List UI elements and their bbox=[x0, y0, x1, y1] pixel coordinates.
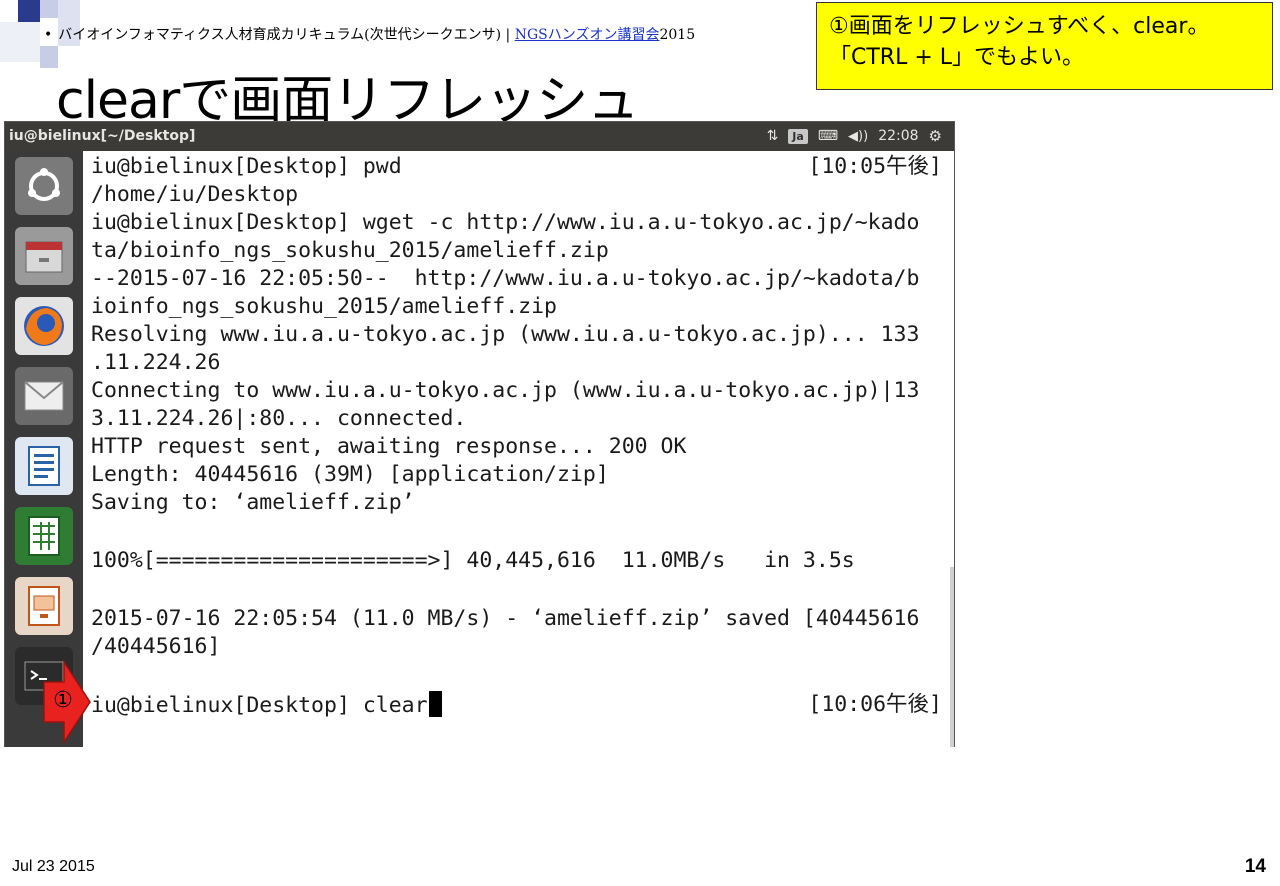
terminal-scrollbar[interactable] bbox=[950, 567, 954, 747]
mail-icon[interactable] bbox=[15, 367, 73, 425]
decor-square bbox=[18, 0, 40, 22]
terminal-line: ioinfo_ngs_sokushu_2015/amelieff.zip bbox=[91, 294, 557, 319]
terminal-line: HTTP request sent, awaiting response... … bbox=[91, 434, 687, 459]
terminal-line: Resolving www.iu.a.u-tokyo.ac.jp (www.iu… bbox=[91, 322, 920, 347]
prompt-time: [10:05午後] bbox=[808, 154, 942, 179]
slide-breadcrumb: • バイオインフォマティクス人材育成カリキュラム(次世代シークエンサ) | NGS… bbox=[44, 24, 695, 44]
settings-gear-icon[interactable]: ⚙ bbox=[929, 127, 942, 145]
callout-line-2: 「CTRL + L」でもよい。 bbox=[829, 45, 1085, 70]
window-titlebar[interactable]: iu@bielinux[~/Desktop] ⇅ Ja ⌨ ◀)) 22:08 … bbox=[5, 122, 954, 151]
keyboard-icon[interactable]: ⌨ bbox=[818, 128, 838, 144]
firefox-icon[interactable] bbox=[15, 297, 73, 355]
ubuntu-dash-icon[interactable] bbox=[15, 157, 73, 215]
input-method-indicator[interactable]: Ja bbox=[788, 128, 808, 144]
terminal-line: ta/bioinfo_ngs_sokushu_2015/amelieff.zip bbox=[91, 238, 609, 263]
terminal-line: Connecting to www.iu.a.u-tokyo.ac.jp (ww… bbox=[91, 378, 920, 403]
files-icon[interactable] bbox=[15, 227, 73, 285]
terminal-line: /40445616] bbox=[91, 634, 221, 659]
terminal-line: 2015-07-16 22:05:54 (11.0 MB/s) - ‘ameli… bbox=[91, 606, 920, 631]
unity-launcher bbox=[5, 151, 83, 747]
prompt-command: iu@bielinux[Desktop] clear bbox=[91, 693, 428, 718]
prompt-time: [10:06午後] bbox=[808, 692, 942, 717]
terminal-line: .11.224.26 bbox=[91, 350, 221, 375]
breadcrumb-text: バイオインフォマティクス人材育成カリキュラム(次世代シークエンサ) | bbox=[58, 27, 515, 43]
instruction-callout: ①画面をリフレッシュすべく、clear。 「CTRL + L」でもよい。 bbox=[816, 2, 1273, 90]
panel-indicators: ⇅ Ja ⌨ ◀)) 22:08 ⚙ bbox=[767, 127, 942, 145]
decor-square bbox=[0, 22, 40, 62]
footer-date: Jul 23 2015 bbox=[12, 858, 95, 875]
terminal-line: Length: 40445616 (39M) [application/zip] bbox=[91, 462, 609, 487]
terminal-line: Saving to: ‘amelieff.zip’ bbox=[91, 490, 415, 515]
page-number: 14 bbox=[1244, 856, 1266, 877]
terminal-line: --2015-07-16 22:05:50-- http://www.iu.a.… bbox=[91, 266, 920, 291]
terminal-line: 100%[=====================>] 40,445,616 … bbox=[91, 548, 855, 573]
arrow-step-label: ① bbox=[53, 688, 73, 713]
writer-icon[interactable] bbox=[15, 437, 73, 495]
terminal-line: iu@bielinux[Desktop] wget -c http://www.… bbox=[91, 210, 920, 235]
callout-line-1: ①画面をリフレッシュすべく、clear。 bbox=[829, 14, 1210, 39]
breadcrumb-year: 2015 bbox=[659, 27, 696, 43]
breadcrumb-link[interactable]: NGSハンズオン講習会 bbox=[515, 27, 660, 43]
clock[interactable]: 22:08 bbox=[878, 128, 918, 144]
impress-icon[interactable] bbox=[15, 577, 73, 635]
network-icon[interactable]: ⇅ bbox=[767, 128, 779, 144]
terminal-line: 3.11.224.26|:80... connected. bbox=[91, 406, 467, 431]
calc-icon[interactable] bbox=[15, 507, 73, 565]
terminal-window: iu@bielinux[~/Desktop] ⇅ Ja ⌨ ◀)) 22:08 … bbox=[4, 121, 955, 747]
window-title: iu@bielinux[~/Desktop] bbox=[9, 128, 196, 144]
terminal-line: /home/iu/Desktop bbox=[91, 182, 299, 207]
volume-icon[interactable]: ◀)) bbox=[848, 129, 868, 144]
decor-square bbox=[40, 0, 58, 18]
terminal-output[interactable]: iu@bielinux[Desktop] pwd [10:05午後] /home… bbox=[83, 151, 954, 747]
bullet: • bbox=[44, 27, 53, 43]
text-cursor bbox=[428, 691, 442, 717]
